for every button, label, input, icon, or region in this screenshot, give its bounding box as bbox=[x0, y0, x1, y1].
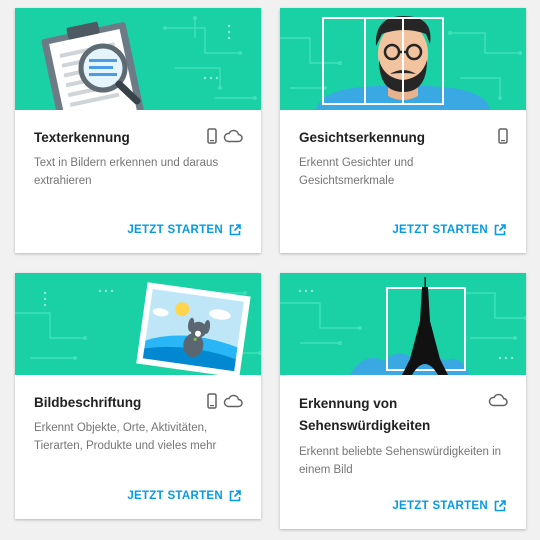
card-title: Erkennung von Sehenswürdigkeiten bbox=[299, 396, 431, 433]
card-description: Erkennt beliebte Sehenswürdigkeiten in e… bbox=[299, 446, 502, 476]
start-button-label: JETZT STARTEN bbox=[127, 224, 223, 236]
card-description: Text in Bildern erkennen und daraus extr… bbox=[34, 157, 219, 187]
card-body: Gesichtserkennung Erkennt Gesichter und … bbox=[280, 110, 526, 190]
phone-icon bbox=[207, 128, 217, 144]
external-link-icon bbox=[229, 490, 241, 502]
external-link-icon bbox=[229, 224, 241, 236]
card-description: Erkennt Objekte, Orte, Aktivitäten, Tier… bbox=[34, 422, 217, 452]
card-description: Erkennt Gesichter und Gesichtsmerkmale bbox=[299, 157, 414, 187]
platform-icons bbox=[207, 128, 243, 144]
start-button[interactable]: JETZT STARTEN bbox=[392, 500, 506, 512]
card-image-labeling: Bildbeschriftung Erkennt Objekte, Orte, … bbox=[15, 273, 261, 519]
eiffel-tower-illustration bbox=[280, 277, 526, 375]
start-button-label: JETZT STARTEN bbox=[127, 490, 223, 502]
platform-icons bbox=[207, 393, 243, 409]
phone-icon bbox=[207, 393, 217, 409]
card-text-recognition: Texterkennung Text in Bildern erkennen u… bbox=[15, 8, 261, 253]
platform-icons bbox=[498, 128, 508, 144]
photo-with-dog-illustration bbox=[15, 282, 261, 375]
start-button[interactable]: JETZT STARTEN bbox=[127, 490, 241, 502]
hero-illustration bbox=[15, 273, 261, 375]
hero-illustration bbox=[280, 8, 526, 110]
hero-illustration bbox=[280, 273, 526, 375]
cloud-icon bbox=[223, 394, 243, 408]
card-body: Bildbeschriftung Erkennt Objekte, Orte, … bbox=[15, 375, 261, 455]
phone-icon bbox=[498, 128, 508, 144]
clipboard-magnifier-illustration bbox=[41, 16, 257, 110]
start-button[interactable]: JETZT STARTEN bbox=[127, 224, 241, 236]
cloud-icon bbox=[488, 393, 508, 407]
external-link-icon bbox=[494, 224, 506, 236]
card-face-recognition: Gesichtserkennung Erkennt Gesichter und … bbox=[280, 8, 526, 253]
cloud-icon bbox=[223, 129, 243, 143]
start-button-label: JETZT STARTEN bbox=[392, 500, 488, 512]
platform-icons bbox=[488, 393, 508, 407]
start-button-label: JETZT STARTEN bbox=[392, 224, 488, 236]
card-body: Texterkennung Text in Bildern erkennen u… bbox=[15, 110, 261, 190]
card-landmark-recognition: Erkennung von Sehenswürdigkeiten Erkennt… bbox=[280, 273, 526, 529]
face-illustration bbox=[280, 16, 522, 110]
external-link-icon bbox=[494, 500, 506, 512]
card-body: Erkennung von Sehenswürdigkeiten Erkennt… bbox=[280, 375, 526, 479]
card-title: Gesichtserkennung bbox=[299, 130, 426, 145]
start-button[interactable]: JETZT STARTEN bbox=[392, 224, 506, 236]
hero-illustration bbox=[15, 8, 261, 110]
